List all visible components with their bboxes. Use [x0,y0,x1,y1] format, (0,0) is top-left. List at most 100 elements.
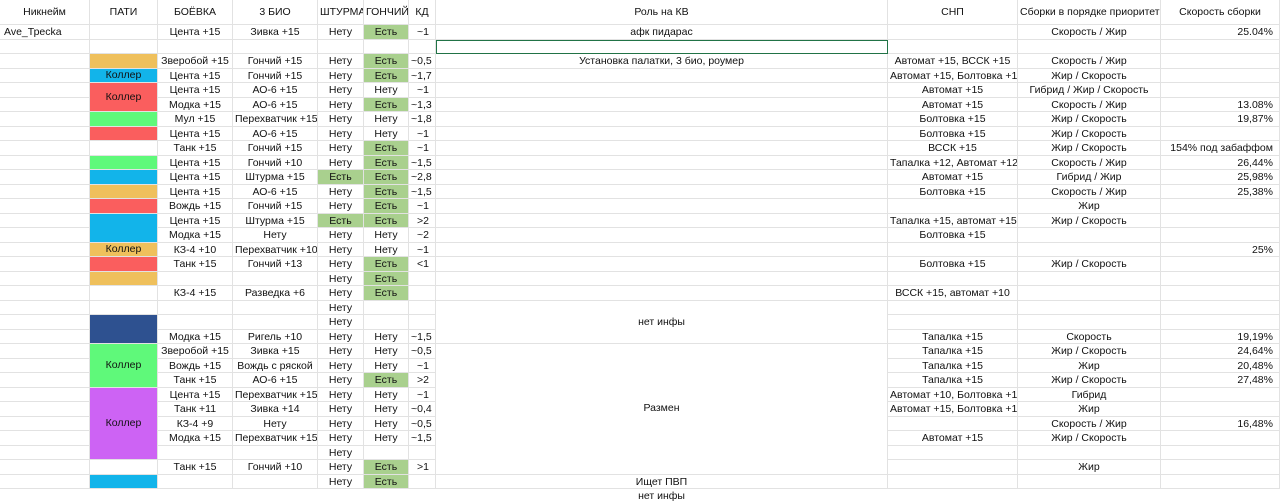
cell-gonchiy[interactable]: Есть [364,257,409,272]
cell-gonchiy[interactable]: Есть [364,54,409,69]
cell-builds[interactable] [1018,39,1161,54]
cell-bio[interactable]: Перехватчик +15 [233,387,318,402]
cell-gonchiy[interactable]: Есть [364,170,409,185]
role-cell[interactable]: Установка палатки, 3 био, роумер [436,54,887,68]
cell-party[interactable] [90,286,158,301]
cell-kd[interactable]: ~1 [409,242,436,257]
cell-shturma[interactable]: Нету [318,300,364,315]
cell-kd[interactable]: ~0,5 [409,416,436,431]
cell-nickname[interactable] [0,83,90,98]
cell-nickname[interactable] [0,68,90,83]
header-kd[interactable]: КД [409,0,436,25]
cell-bio[interactable]: Гончий +10 [233,460,318,475]
cell-party[interactable] [90,141,158,156]
cell-gonchiy[interactable]: Нету [364,126,409,141]
cell-role[interactable] [436,97,888,112]
cell-gonchiy[interactable] [364,300,409,315]
cell-builds[interactable]: Гибрид / Жир [1018,170,1161,185]
cell-speed[interactable]: 25% [1161,242,1280,257]
cell-gonchiy[interactable] [364,315,409,330]
cell-builds[interactable]: Скорость / Жир [1018,97,1161,112]
party-block[interactable] [90,315,157,343]
cell-boevka[interactable]: Цента +15 [158,68,233,83]
cell-nickname[interactable] [0,54,90,69]
cell-bio[interactable] [233,300,318,315]
cell-builds[interactable]: Жир [1018,199,1161,214]
cell-snp[interactable] [888,242,1018,257]
cell-bio[interactable]: Зивка +15 [233,25,318,40]
cell-nickname[interactable] [0,286,90,301]
cell-speed[interactable] [1161,286,1280,301]
cell-speed[interactable] [1161,474,1280,489]
cell-nickname[interactable] [0,358,90,373]
cell-role[interactable] [436,228,888,243]
cell-boevka[interactable]: Цента +15 [158,170,233,185]
cell-kd[interactable]: ~0,4 [409,402,436,417]
cell-speed[interactable]: 27,48% [1161,373,1280,388]
header-role[interactable]: Роль на КВ [436,0,888,25]
cell-bio[interactable]: Гончий +10 [233,155,318,170]
cell-gonchiy[interactable] [364,39,409,54]
party-block[interactable]: Коллер [90,68,157,82]
cell-boevka[interactable] [158,474,233,489]
party-block[interactable] [90,199,157,213]
cell-builds[interactable]: Жир / Скорость [1018,213,1161,228]
header-shturma[interactable]: ШТУРМА [318,0,364,25]
cell-kd[interactable]: ~1,5 [409,431,436,446]
cell-speed[interactable]: 25,38% [1161,184,1280,199]
cell-bio[interactable] [233,474,318,489]
cell-bio[interactable] [233,271,318,286]
cell-speed[interactable]: 24,64% [1161,344,1280,359]
cell-builds[interactable]: Скорость / Жир [1018,184,1161,199]
cell-role[interactable] [436,170,888,185]
cell-shturma[interactable]: Нету [318,271,364,286]
cell-snp[interactable] [888,315,1018,330]
role-cell[interactable]: нет инфы [436,489,887,503]
cell-gonchiy[interactable]: Есть [364,474,409,489]
cell-speed[interactable] [1161,228,1280,243]
cell-snp[interactable] [888,300,1018,315]
cell-boevka[interactable] [158,271,233,286]
cell-kd[interactable]: >2 [409,213,436,228]
cell-snp[interactable]: Тапалка +15 [888,344,1018,359]
cell-nickname[interactable] [0,97,90,112]
cell-boevka[interactable]: Модка +15 [158,97,233,112]
cell-bio[interactable]: АО-6 +15 [233,126,318,141]
cell-nickname[interactable] [0,315,90,330]
cell-snp[interactable]: Тапалка +15 [888,373,1018,388]
cell-boevka[interactable]: Модка +15 [158,228,233,243]
header-nickname[interactable]: Никнейм [0,0,90,25]
cell-gonchiy[interactable]: Есть [364,155,409,170]
cell-kd[interactable]: ~1 [409,126,436,141]
header-builds[interactable]: Сборки в порядке приоритета [1018,0,1161,25]
cell-kd[interactable]: ~1 [409,25,436,40]
party-block[interactable]: Коллер [90,387,157,459]
cell-snp[interactable]: Автомат +15, Болтовка +15 [888,68,1018,83]
cell-builds[interactable] [1018,242,1161,257]
cell-kd[interactable] [409,474,436,489]
cell-bio[interactable]: Перехватчик +10 [233,242,318,257]
cell-kd[interactable]: <1 [409,257,436,272]
cell-boevka[interactable]: Цента +15 [158,387,233,402]
cell-builds[interactable]: Скорость / Жир [1018,25,1161,40]
cell-bio[interactable]: Штурма +15 [233,170,318,185]
cell-builds[interactable] [1018,286,1161,301]
cell-nickname[interactable] [0,474,90,489]
party-block[interactable] [90,184,157,198]
cell-gonchiy[interactable]: Есть [364,286,409,301]
cell-kd[interactable]: ~1,5 [409,184,436,199]
cell-boevka[interactable]: Цента +15 [158,126,233,141]
cell-bio[interactable] [233,445,318,460]
cell-snp[interactable] [888,199,1018,214]
cell-boevka[interactable]: Танк +15 [158,257,233,272]
party-block[interactable] [90,257,157,271]
cell-kd[interactable] [409,271,436,286]
cell-snp[interactable]: Автомат +15 [888,170,1018,185]
cell-snp[interactable] [888,445,1018,460]
cell-builds[interactable]: Жир [1018,358,1161,373]
cell-snp[interactable]: Автомат +15, ВССК +15 [888,54,1018,69]
cell-speed[interactable] [1161,431,1280,446]
cell-kd[interactable]: ~1,5 [409,155,436,170]
cell-kd[interactable]: ~1 [409,199,436,214]
cell-speed[interactable] [1161,271,1280,286]
